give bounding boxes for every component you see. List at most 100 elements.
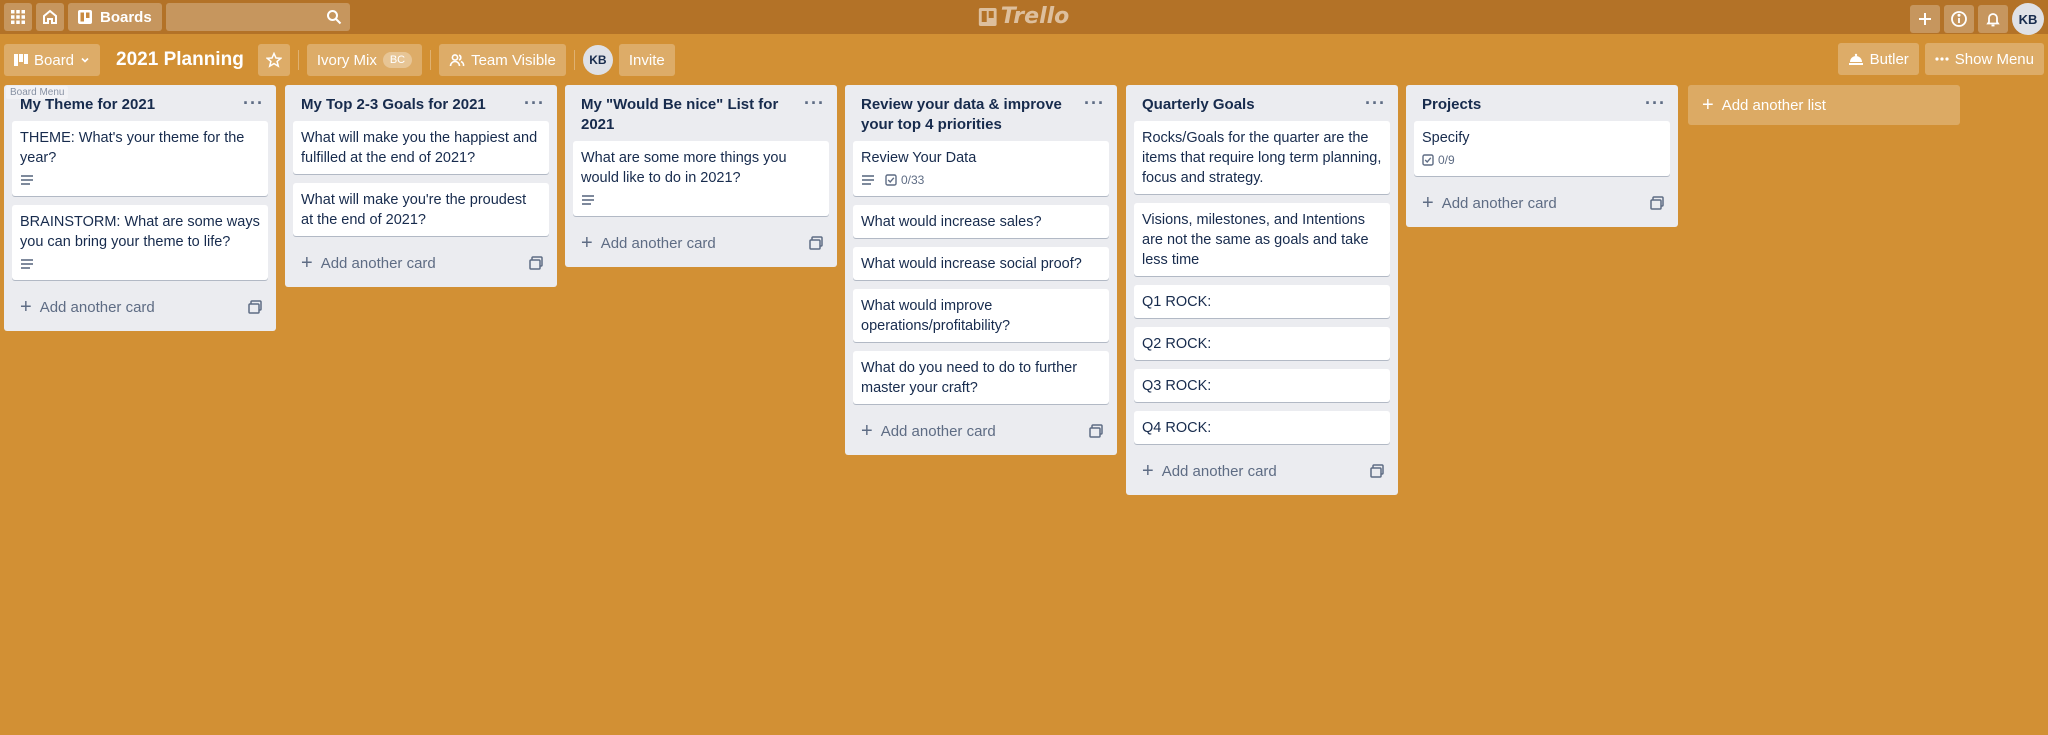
list-title[interactable]: Quarterly Goals <box>1142 96 1255 113</box>
trello-logo[interactable]: Trello <box>978 4 1069 29</box>
card[interactable]: BRAINSTORM: What are some ways you can b… <box>12 205 268 280</box>
boards-icon <box>78 10 92 24</box>
template-icon[interactable] <box>1370 464 1384 478</box>
template-icon[interactable] <box>1089 424 1103 438</box>
card-title: What would improve operations/profitabil… <box>861 298 1011 334</box>
list-top-goals[interactable]: My Top 2-3 Goals for 2021 ··· What will … <box>285 85 557 287</box>
card[interactable]: Review Your Data 0/33 <box>853 141 1109 196</box>
list-menu-icon[interactable]: ··· <box>524 93 545 113</box>
description-icon <box>582 195 594 205</box>
template-icon[interactable] <box>248 300 262 314</box>
card-title: What will make you the happiest and fulf… <box>301 130 538 166</box>
plus-icon: + <box>581 232 593 254</box>
card[interactable]: Q1 ROCK: <box>1134 285 1390 318</box>
card[interactable]: What would increase social proof? <box>853 247 1109 280</box>
list-title[interactable]: Review your data & improve your top 4 pr… <box>861 96 1062 133</box>
trello-logo-icon <box>978 7 997 26</box>
visibility-button[interactable]: Team Visible <box>439 44 566 76</box>
list-title[interactable]: My "Would Be nice" List for 2021 <box>581 96 778 133</box>
template-icon[interactable] <box>809 236 823 250</box>
bell-icon <box>1986 13 2000 27</box>
template-icon[interactable] <box>1650 196 1664 210</box>
add-card-button[interactable]: + Add another card <box>1126 453 1398 491</box>
card[interactable]: Visions, milestones, and Intentions are … <box>1134 203 1390 276</box>
description-icon <box>862 175 874 185</box>
board-view-icon <box>14 54 28 66</box>
add-list-button[interactable]: + Add another list <box>1688 85 1960 125</box>
search-input[interactable] <box>165 3 350 31</box>
visibility-label: Team Visible <box>471 51 556 69</box>
add-card-label: Add another card <box>1161 462 1277 480</box>
apps-button[interactable] <box>4 3 32 31</box>
card-title: What do you need to do to further master… <box>861 360 1078 396</box>
list-menu-icon[interactable]: ··· <box>804 93 825 113</box>
workspace-button[interactable]: Ivory Mix BC <box>306 44 423 76</box>
add-card-button[interactable]: + Add another card <box>565 225 837 263</box>
list-menu-icon[interactable]: ··· <box>1365 93 1386 113</box>
plus-icon <box>1919 13 1931 25</box>
card-title: What will make you're the proudest at th… <box>301 192 527 228</box>
card[interactable]: Q2 ROCK: <box>1134 327 1390 360</box>
list-review-data[interactable]: Review your data & improve your top 4 pr… <box>845 85 1117 455</box>
list-menu-icon[interactable]: ··· <box>1645 93 1666 113</box>
card[interactable]: What will make you're the proudest at th… <box>293 183 549 236</box>
add-card-label: Add another card <box>320 254 436 272</box>
notifications-button[interactable] <box>1978 5 2008 33</box>
create-button[interactable] <box>1910 5 1940 33</box>
search-icon <box>326 10 341 25</box>
divider <box>297 50 299 70</box>
card[interactable]: What do you need to do to further master… <box>853 351 1109 404</box>
show-menu-button[interactable]: Show Menu <box>1924 43 2044 75</box>
butler-icon <box>1848 53 1863 65</box>
list-menu-icon[interactable]: ··· <box>243 93 264 113</box>
list-menu-icon[interactable]: ··· <box>1084 93 1105 113</box>
butler-label: Butler <box>1869 50 1909 68</box>
card[interactable]: What are some more things you would like… <box>573 141 829 216</box>
member-avatar[interactable]: KB <box>582 45 613 75</box>
add-card-button[interactable]: + Add another card <box>4 289 276 327</box>
boards-button[interactable]: Boards <box>68 3 162 31</box>
list-quarterly-goals[interactable]: Quarterly Goals ··· Rocks/Goals for the … <box>1126 85 1398 495</box>
card[interactable]: Q3 ROCK: <box>1134 369 1390 402</box>
card[interactable]: What would increase sales? <box>853 205 1109 238</box>
description-icon <box>21 175 33 185</box>
plus-icon: + <box>1142 460 1154 482</box>
list-would-be-nice[interactable]: My "Would Be nice" List for 2021 ··· Wha… <box>565 85 837 267</box>
info-button[interactable] <box>1944 5 1974 33</box>
list-title[interactable]: Projects <box>1422 96 1481 113</box>
board-title[interactable]: 2021 Planning <box>116 49 244 71</box>
info-icon <box>1951 11 1967 27</box>
card[interactable]: THEME: What's your theme for the year? <box>12 121 268 196</box>
card-title: THEME: What's your theme for the year? <box>20 130 245 166</box>
plus-icon: + <box>1702 94 1714 116</box>
template-icon[interactable] <box>529 256 543 270</box>
card[interactable]: Specify 0/9 <box>1414 121 1670 176</box>
star-button[interactable] <box>257 44 290 76</box>
home-button[interactable] <box>36 3 64 31</box>
add-card-label: Add another card <box>600 234 716 252</box>
butler-button[interactable]: Butler <box>1837 43 1919 75</box>
card[interactable]: What will make you the happiest and fulf… <box>293 121 549 174</box>
add-card-button[interactable]: + Add another card <box>285 245 557 283</box>
card[interactable]: Rocks/Goals for the quarter are the item… <box>1134 121 1390 194</box>
board-menu-tooltip: Board Menu <box>6 86 69 99</box>
card-title: Q2 ROCK: <box>1142 336 1212 352</box>
avatar[interactable]: KB <box>2012 3 2044 35</box>
add-card-button[interactable]: + Add another card <box>1406 185 1678 223</box>
list-title[interactable]: My Top 2-3 Goals for 2021 <box>301 96 486 113</box>
card-title: What would increase social proof? <box>861 256 1082 272</box>
card-title: Review Your Data <box>861 150 977 166</box>
add-card-label: Add another card <box>1441 194 1557 212</box>
star-icon <box>265 52 282 68</box>
card[interactable]: What would improve operations/profitabil… <box>853 289 1109 342</box>
board-view-button[interactable]: Board <box>4 44 101 76</box>
add-card-label: Add another card <box>39 298 155 316</box>
plus-icon: + <box>20 296 32 318</box>
add-card-button[interactable]: + Add another card <box>845 413 1117 451</box>
card[interactable]: Q4 ROCK: <box>1134 411 1390 444</box>
list-my-theme[interactable]: My Theme for 2021 ··· THEME: What's your… <box>4 85 276 331</box>
card-title: Q3 ROCK: <box>1142 378 1212 394</box>
list-projects[interactable]: Projects ··· Specify 0/9 + Add another ca… <box>1406 85 1678 227</box>
divider <box>430 50 432 70</box>
invite-button[interactable]: Invite <box>618 44 675 76</box>
